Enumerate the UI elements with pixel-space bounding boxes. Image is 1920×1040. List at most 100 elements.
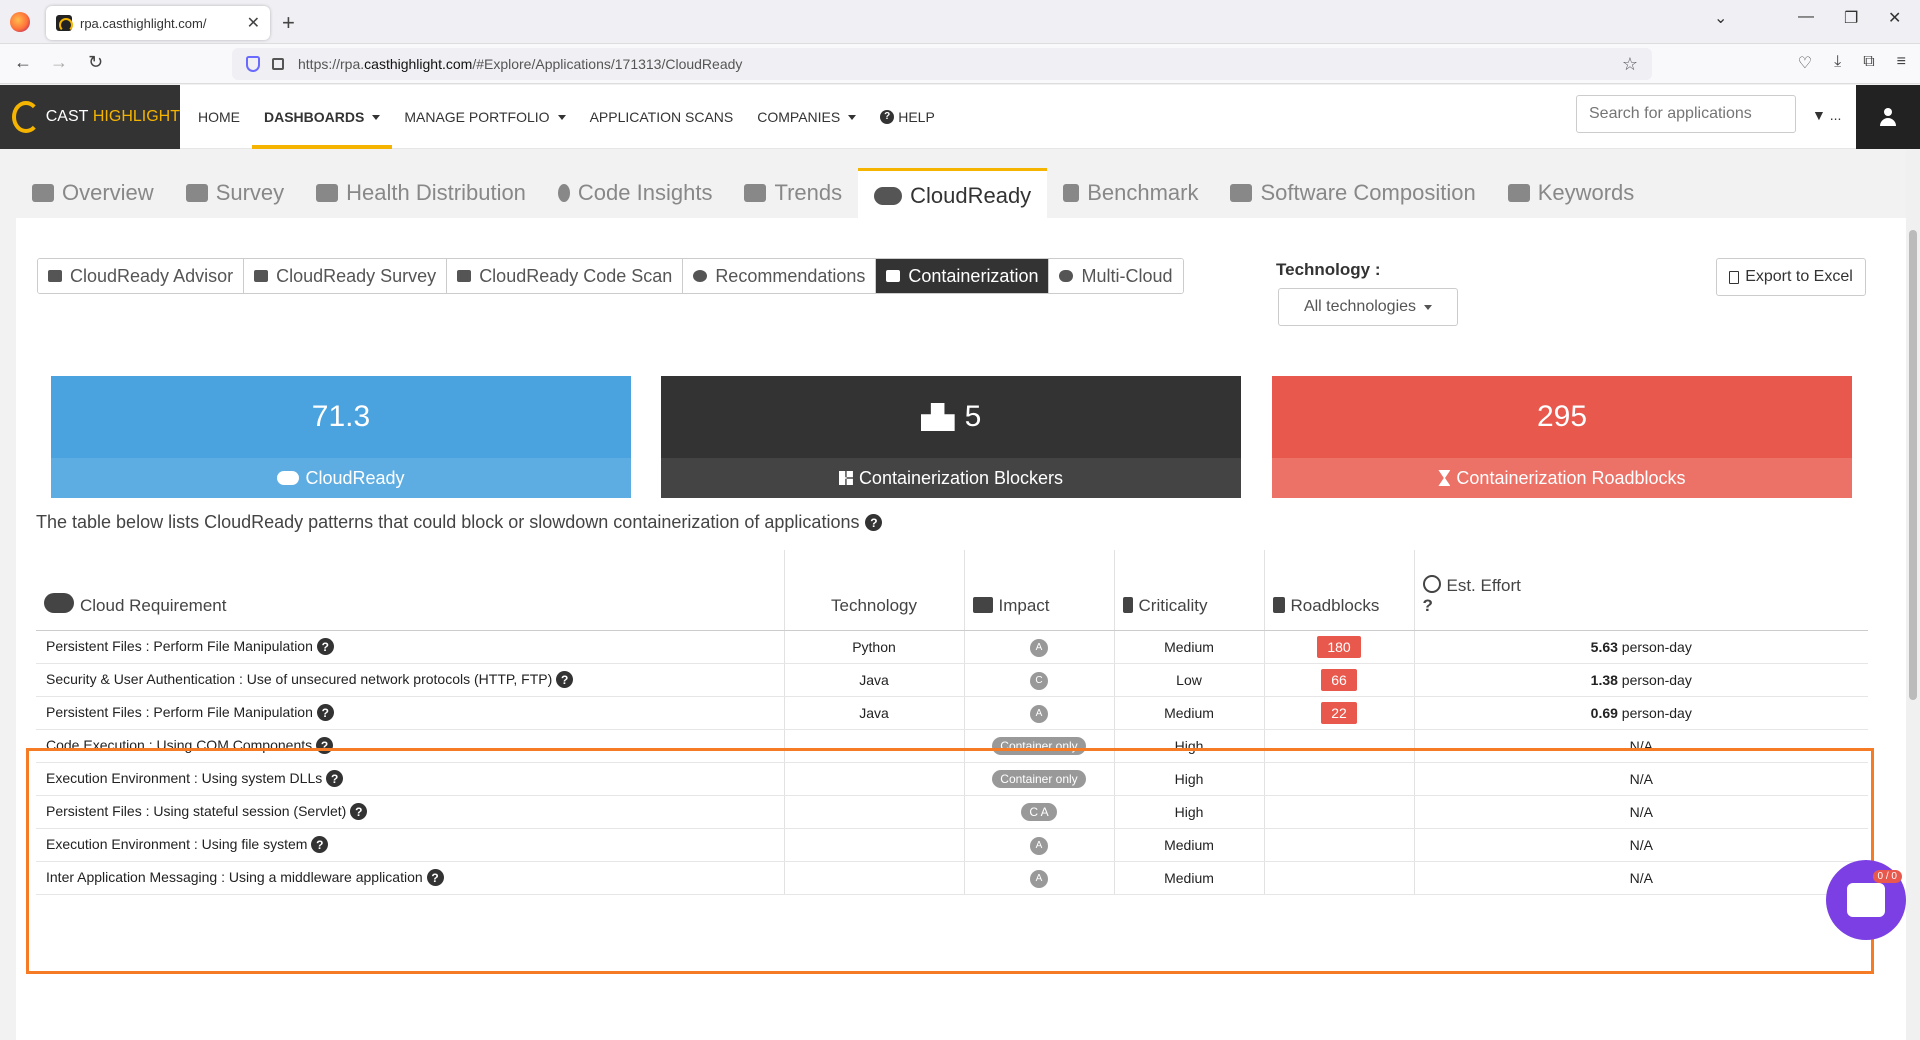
cell-technology: Python bbox=[784, 630, 965, 664]
requirement-text: Execution Environment : Using system DLL… bbox=[46, 769, 323, 786]
filter-button[interactable]: ▼ ... bbox=[1812, 107, 1841, 123]
export-to-excel-button[interactable]: Export to Excel bbox=[1716, 258, 1866, 296]
tab-trends[interactable]: Trends bbox=[728, 168, 858, 218]
table-row: Execution Environment : Using system DLL… bbox=[36, 762, 1868, 796]
cell-roadblocks bbox=[1264, 762, 1415, 796]
tab-cloudready[interactable]: CloudReady bbox=[858, 168, 1048, 220]
back-icon[interactable]: ← bbox=[14, 52, 32, 73]
roadblocks-badge: 180 bbox=[1317, 635, 1361, 658]
nav-application-scans[interactable]: APPLICATION SCANS bbox=[578, 85, 746, 149]
page-scrollbar[interactable] bbox=[1906, 150, 1920, 1040]
cell-requirement: Security & User Authentication : Use of … bbox=[36, 663, 785, 697]
kpi-roadblocks-value: 295 bbox=[1272, 376, 1852, 458]
help-icon[interactable]: ? bbox=[426, 869, 444, 887]
cell-criticality: Low bbox=[1114, 663, 1265, 697]
cell-technology: Java bbox=[784, 696, 965, 730]
chat-count-badge: 0 / 0 bbox=[1872, 870, 1902, 883]
col-est-effort-label: Est. Effort bbox=[1446, 575, 1521, 595]
kpi-cloudready-footer: CloudReady bbox=[51, 458, 631, 498]
nav-help[interactable]: ? HELP bbox=[868, 85, 947, 149]
col-cloud-requirement[interactable]: Cloud Requirement bbox=[36, 550, 785, 631]
kpi-cloudready: 71.3 CloudReady bbox=[51, 376, 631, 498]
url-bar[interactable]: https://rpa. casthighlight.com/#Explore/A… bbox=[232, 48, 1652, 80]
help-icon[interactable]: ? bbox=[556, 671, 574, 689]
nav-dashboards[interactable]: DASHBOARDS bbox=[252, 85, 393, 149]
tab-overview[interactable]: Overview bbox=[16, 168, 170, 218]
tab-overview-label: Overview bbox=[62, 180, 154, 205]
cell-impact: A bbox=[964, 630, 1115, 664]
help-icon[interactable]: ? bbox=[316, 737, 334, 755]
lock-icon[interactable] bbox=[272, 58, 284, 70]
window-close-icon[interactable]: ✕ bbox=[1888, 8, 1901, 28]
chat-widget-button[interactable]: 0 / 0 bbox=[1826, 860, 1906, 940]
cell-criticality: High bbox=[1114, 762, 1265, 796]
search-input[interactable] bbox=[1576, 95, 1796, 133]
tab-survey[interactable]: Survey bbox=[170, 168, 300, 218]
cell-impact: A bbox=[964, 696, 1115, 730]
col-impact[interactable]: Impact bbox=[964, 550, 1115, 631]
table-row: Persistent Files : Perform File Manipula… bbox=[36, 696, 1868, 730]
cloud-icon bbox=[874, 186, 903, 205]
nav-companies[interactable]: COMPANIES bbox=[745, 85, 868, 149]
shield-icon[interactable] bbox=[246, 56, 260, 72]
bookmark-star-icon[interactable]: ☆ bbox=[1622, 54, 1638, 75]
subnav-cloudready-advisor[interactable]: CloudReady Advisor bbox=[38, 259, 245, 293]
tab-code-insights[interactable]: Code Insights bbox=[542, 168, 729, 218]
tab-keywords[interactable]: Keywords bbox=[1492, 168, 1651, 218]
col-est-effort[interactable]: Est. Effort? bbox=[1414, 550, 1868, 631]
impact-badge: A bbox=[1030, 638, 1048, 657]
subnav-cloudready-code-scan[interactable]: CloudReady Code Scan bbox=[447, 259, 684, 293]
user-menu-button[interactable] bbox=[1856, 85, 1920, 149]
reload-icon[interactable]: ↻ bbox=[88, 52, 103, 73]
browser-tab-title: rpa.casthighlight.com/ bbox=[80, 15, 207, 31]
tab-benchmark[interactable]: Benchmark bbox=[1047, 168, 1214, 218]
new-tab-icon[interactable]: + bbox=[282, 10, 295, 36]
table-row: Persistent Files : Perform File Manipula… bbox=[36, 630, 1868, 664]
export-label: Export to Excel bbox=[1745, 268, 1853, 285]
subnav-containerization[interactable]: Containerization bbox=[876, 259, 1050, 293]
impact-badge: Container only bbox=[992, 736, 1086, 755]
cast-highlight-logo[interactable]: CAST HIGHLIGHT bbox=[0, 85, 180, 149]
chevron-down-icon bbox=[557, 114, 566, 120]
help-icon[interactable]: ? bbox=[311, 836, 329, 854]
effort-unit: N/A bbox=[1629, 836, 1653, 853]
col-technology[interactable]: Technology bbox=[784, 550, 965, 631]
extensions-icon[interactable]: ⧉ bbox=[1863, 53, 1874, 73]
logo-text-main: CAST bbox=[45, 108, 89, 125]
col-roadblocks-label: Roadblocks bbox=[1290, 595, 1380, 615]
help-icon[interactable]: ? bbox=[316, 704, 334, 722]
forward-icon[interactable]: → bbox=[50, 52, 68, 73]
help-icon[interactable]: ? bbox=[350, 803, 368, 821]
subnav-cloudready-advisor-label: CloudReady Advisor bbox=[70, 265, 234, 286]
hourglass-icon bbox=[1438, 470, 1451, 486]
minimize-icon[interactable]: — bbox=[1798, 8, 1814, 26]
nav-home[interactable]: HOME bbox=[186, 85, 252, 149]
subnav-recommendations[interactable]: Recommendations bbox=[683, 259, 877, 293]
hourglass-icon bbox=[1272, 596, 1285, 613]
effort-unit: N/A bbox=[1629, 770, 1653, 787]
effort-unit: N/A bbox=[1629, 737, 1653, 754]
subnav-cloudready-survey[interactable]: CloudReady Survey bbox=[244, 259, 448, 293]
restore-icon[interactable]: ❐ bbox=[1844, 8, 1858, 28]
pocket-icon[interactable]: ♡ bbox=[1798, 53, 1812, 73]
requirements-table: Cloud Requirement Technology Impact Crit… bbox=[36, 550, 1868, 895]
technology-label: Technology : bbox=[1276, 260, 1381, 279]
subnav-multi-cloud[interactable]: Multi-Cloud bbox=[1049, 259, 1183, 293]
tab-software-composition[interactable]: Software Composition bbox=[1214, 168, 1491, 218]
col-criticality[interactable]: Criticality bbox=[1114, 550, 1265, 631]
browser-tab[interactable]: rpa.casthighlight.com/ ✕ bbox=[46, 6, 270, 40]
scrollbar-thumb[interactable] bbox=[1909, 230, 1917, 700]
menu-icon[interactable]: ≡ bbox=[1897, 53, 1906, 73]
nav-manage-portfolio[interactable]: MANAGE PORTFOLIO bbox=[392, 85, 577, 149]
close-tab-icon[interactable]: ✕ bbox=[247, 13, 260, 33]
technology-select[interactable]: All technologies bbox=[1278, 288, 1458, 326]
col-roadblocks[interactable]: Roadblocks bbox=[1264, 550, 1415, 631]
list-tabs-icon[interactable]: ⌄ bbox=[1714, 8, 1727, 28]
logo-ring-icon bbox=[12, 101, 40, 133]
download-icon[interactable]: ⤓ bbox=[1834, 53, 1841, 73]
help-icon[interactable]: ? bbox=[865, 514, 883, 531]
help-icon[interactable]: ? bbox=[316, 638, 334, 656]
help-icon[interactable]: ? bbox=[326, 770, 344, 788]
tab-health-distribution[interactable]: Health Distribution bbox=[300, 168, 542, 218]
briefcase-icon bbox=[185, 184, 208, 202]
